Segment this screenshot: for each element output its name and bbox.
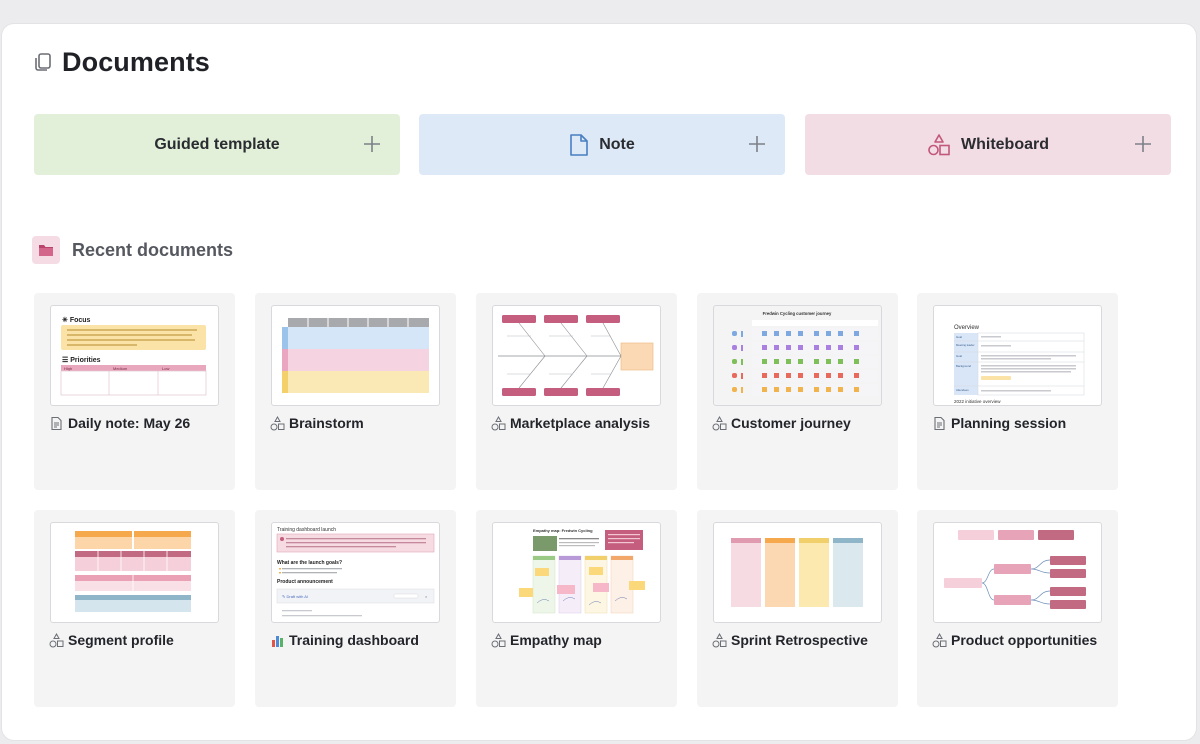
recent-documents-header: Recent documents	[32, 236, 233, 264]
document-card-training-dashboard[interactable]: Training dashboard launch What are the l…	[255, 510, 456, 707]
card-title: Customer journey	[712, 415, 851, 431]
document-card-sprint-retrospective[interactable]: Sprint Retrospective	[697, 510, 898, 707]
plus-icon[interactable]	[1133, 134, 1153, 154]
card-title: Product opportunities	[932, 632, 1097, 648]
document-card-segment-profile[interactable]: Segment profile	[34, 510, 235, 707]
create-label: Whiteboard	[961, 135, 1049, 153]
thumbnail: Overview Goal Meeting leader Goal Backgr…	[933, 305, 1102, 406]
svg-text:Empathy map: Fredwin Cycling: Empathy map: Fredwin Cycling	[533, 528, 593, 533]
folder-icon	[32, 236, 60, 264]
svg-text:✎ Draft with AI: ✎ Draft with AI	[282, 594, 308, 599]
plus-icon[interactable]	[747, 134, 767, 154]
create-guided-template-button[interactable]: Guided template	[34, 114, 400, 175]
card-title: Sprint Retrospective	[712, 632, 868, 648]
thumbnail: ✳ Focus ☰ Priorities High Medium Low	[50, 305, 219, 406]
shapes-icon	[491, 415, 506, 430]
document-card-marketplace-analysis[interactable]: Marketplace analysis	[476, 293, 677, 490]
svg-text:What are the launch goals?: What are the launch goals?	[277, 560, 342, 566]
shapes-icon	[928, 133, 950, 155]
thumbnail	[271, 305, 440, 406]
card-title: Empathy map	[491, 632, 602, 648]
document-icon	[570, 133, 589, 156]
create-label: Note	[599, 135, 635, 153]
card-title: Daily note: May 26	[49, 415, 190, 431]
svg-text:☰ Priorities: ☰ Priorities	[62, 357, 101, 364]
svg-text:Attendees: Attendees	[956, 388, 969, 392]
shapes-icon	[49, 632, 64, 647]
section-title: Recent documents	[72, 239, 234, 260]
card-title: Brainstorm	[270, 415, 364, 431]
create-label: Guided template	[154, 135, 280, 153]
document-card-daily-note[interactable]: ✳ Focus ☰ Priorities High Medium Low Dai…	[34, 293, 235, 490]
shapes-icon	[712, 415, 727, 430]
svg-text:Low: Low	[162, 366, 169, 371]
chart-icon	[272, 635, 283, 647]
svg-text:Medium: Medium	[113, 366, 128, 371]
svg-text:2022 initiative overview: 2022 initiative overview	[954, 399, 1001, 404]
card-title: Planning session	[932, 415, 1066, 431]
document-card-planning-session[interactable]: Overview Goal Meeting leader Goal Backgr…	[917, 293, 1118, 490]
thumbnail: Empathy map: Fredwin Cycling	[492, 522, 661, 623]
plus-icon[interactable]	[362, 134, 382, 154]
svg-text:Background: Background	[956, 364, 971, 368]
document-card-empathy-map[interactable]: Empathy map: Fredwin Cycling Empathy map	[476, 510, 677, 707]
create-note-button[interactable]: Note	[419, 114, 785, 175]
document-card-customer-journey[interactable]: Fredwin Cycling customer journey Custome…	[697, 293, 898, 490]
svg-text:Overview: Overview	[954, 325, 980, 331]
card-title: Training dashboard	[270, 632, 419, 648]
svg-text:Meeting leader: Meeting leader	[956, 343, 975, 347]
shapes-icon	[932, 632, 947, 647]
svg-text:Training dashboard launch: Training dashboard launch	[277, 527, 336, 533]
thumbnail	[933, 522, 1102, 623]
card-title: Marketplace analysis	[491, 415, 650, 431]
documents-icon	[35, 53, 51, 71]
create-whiteboard-button[interactable]: Whiteboard	[805, 114, 1171, 175]
thumbnail	[50, 522, 219, 623]
document-icon	[934, 416, 945, 430]
svg-text:Goal: Goal	[956, 354, 962, 358]
svg-text:High: High	[64, 366, 72, 371]
document-card-brainstorm[interactable]: Brainstorm	[255, 293, 456, 490]
shapes-icon	[491, 632, 506, 647]
thumbnail: Training dashboard launch What are the l…	[271, 522, 440, 623]
svg-text:✳ Focus: ✳ Focus	[62, 316, 91, 324]
page-title: Documents	[62, 46, 210, 77]
thumbnail	[713, 522, 882, 623]
svg-text:Goal: Goal	[956, 335, 962, 339]
card-title: Segment profile	[49, 632, 174, 648]
document-icon	[51, 416, 62, 430]
shapes-icon	[712, 632, 727, 647]
document-card-product-opportunities[interactable]: Product opportunities	[917, 510, 1118, 707]
thumbnail	[492, 305, 661, 406]
thumbnail: Fredwin Cycling customer journey	[713, 305, 882, 406]
svg-text:Fredwin Cycling customer journ: Fredwin Cycling customer journey	[763, 311, 832, 316]
svg-text:Product announcement: Product announcement	[277, 579, 333, 585]
page-header: Documents	[32, 42, 210, 82]
shapes-icon	[270, 415, 285, 430]
